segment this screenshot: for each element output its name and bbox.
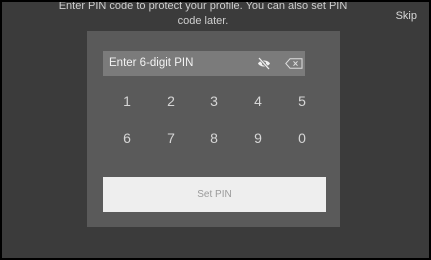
keypad-key-2[interactable]: 2	[159, 91, 183, 111]
set-pin-button[interactable]: Set PIN	[103, 177, 326, 212]
keypad-key-1[interactable]: 1	[115, 91, 139, 111]
keypad-key-6[interactable]: 6	[115, 128, 139, 148]
pin-panel: Enter 6-digit PIN 1 2 3 4 5 6 7 8 9 0 Se…	[87, 31, 340, 227]
pin-placeholder: Enter 6-digit PIN	[109, 57, 194, 69]
pin-input[interactable]: Enter 6-digit PIN	[103, 51, 305, 76]
keypad-key-3[interactable]: 3	[202, 91, 226, 111]
pin-setup-screen: Enter PIN code to protect your profile. …	[0, 0, 431, 260]
keypad-key-5[interactable]: 5	[290, 91, 314, 111]
eye-off-icon[interactable]	[257, 57, 271, 70]
keypad-key-4[interactable]: 4	[246, 91, 270, 111]
backspace-icon[interactable]	[285, 58, 303, 69]
keypad-key-0[interactable]: 0	[290, 128, 314, 148]
instruction-text: Enter PIN code to protect your profile. …	[58, 0, 348, 27]
keypad-key-8[interactable]: 8	[202, 128, 226, 148]
keypad-key-7[interactable]: 7	[159, 128, 183, 148]
keypad-key-9[interactable]: 9	[246, 128, 270, 148]
skip-button[interactable]: Skip	[396, 10, 417, 22]
